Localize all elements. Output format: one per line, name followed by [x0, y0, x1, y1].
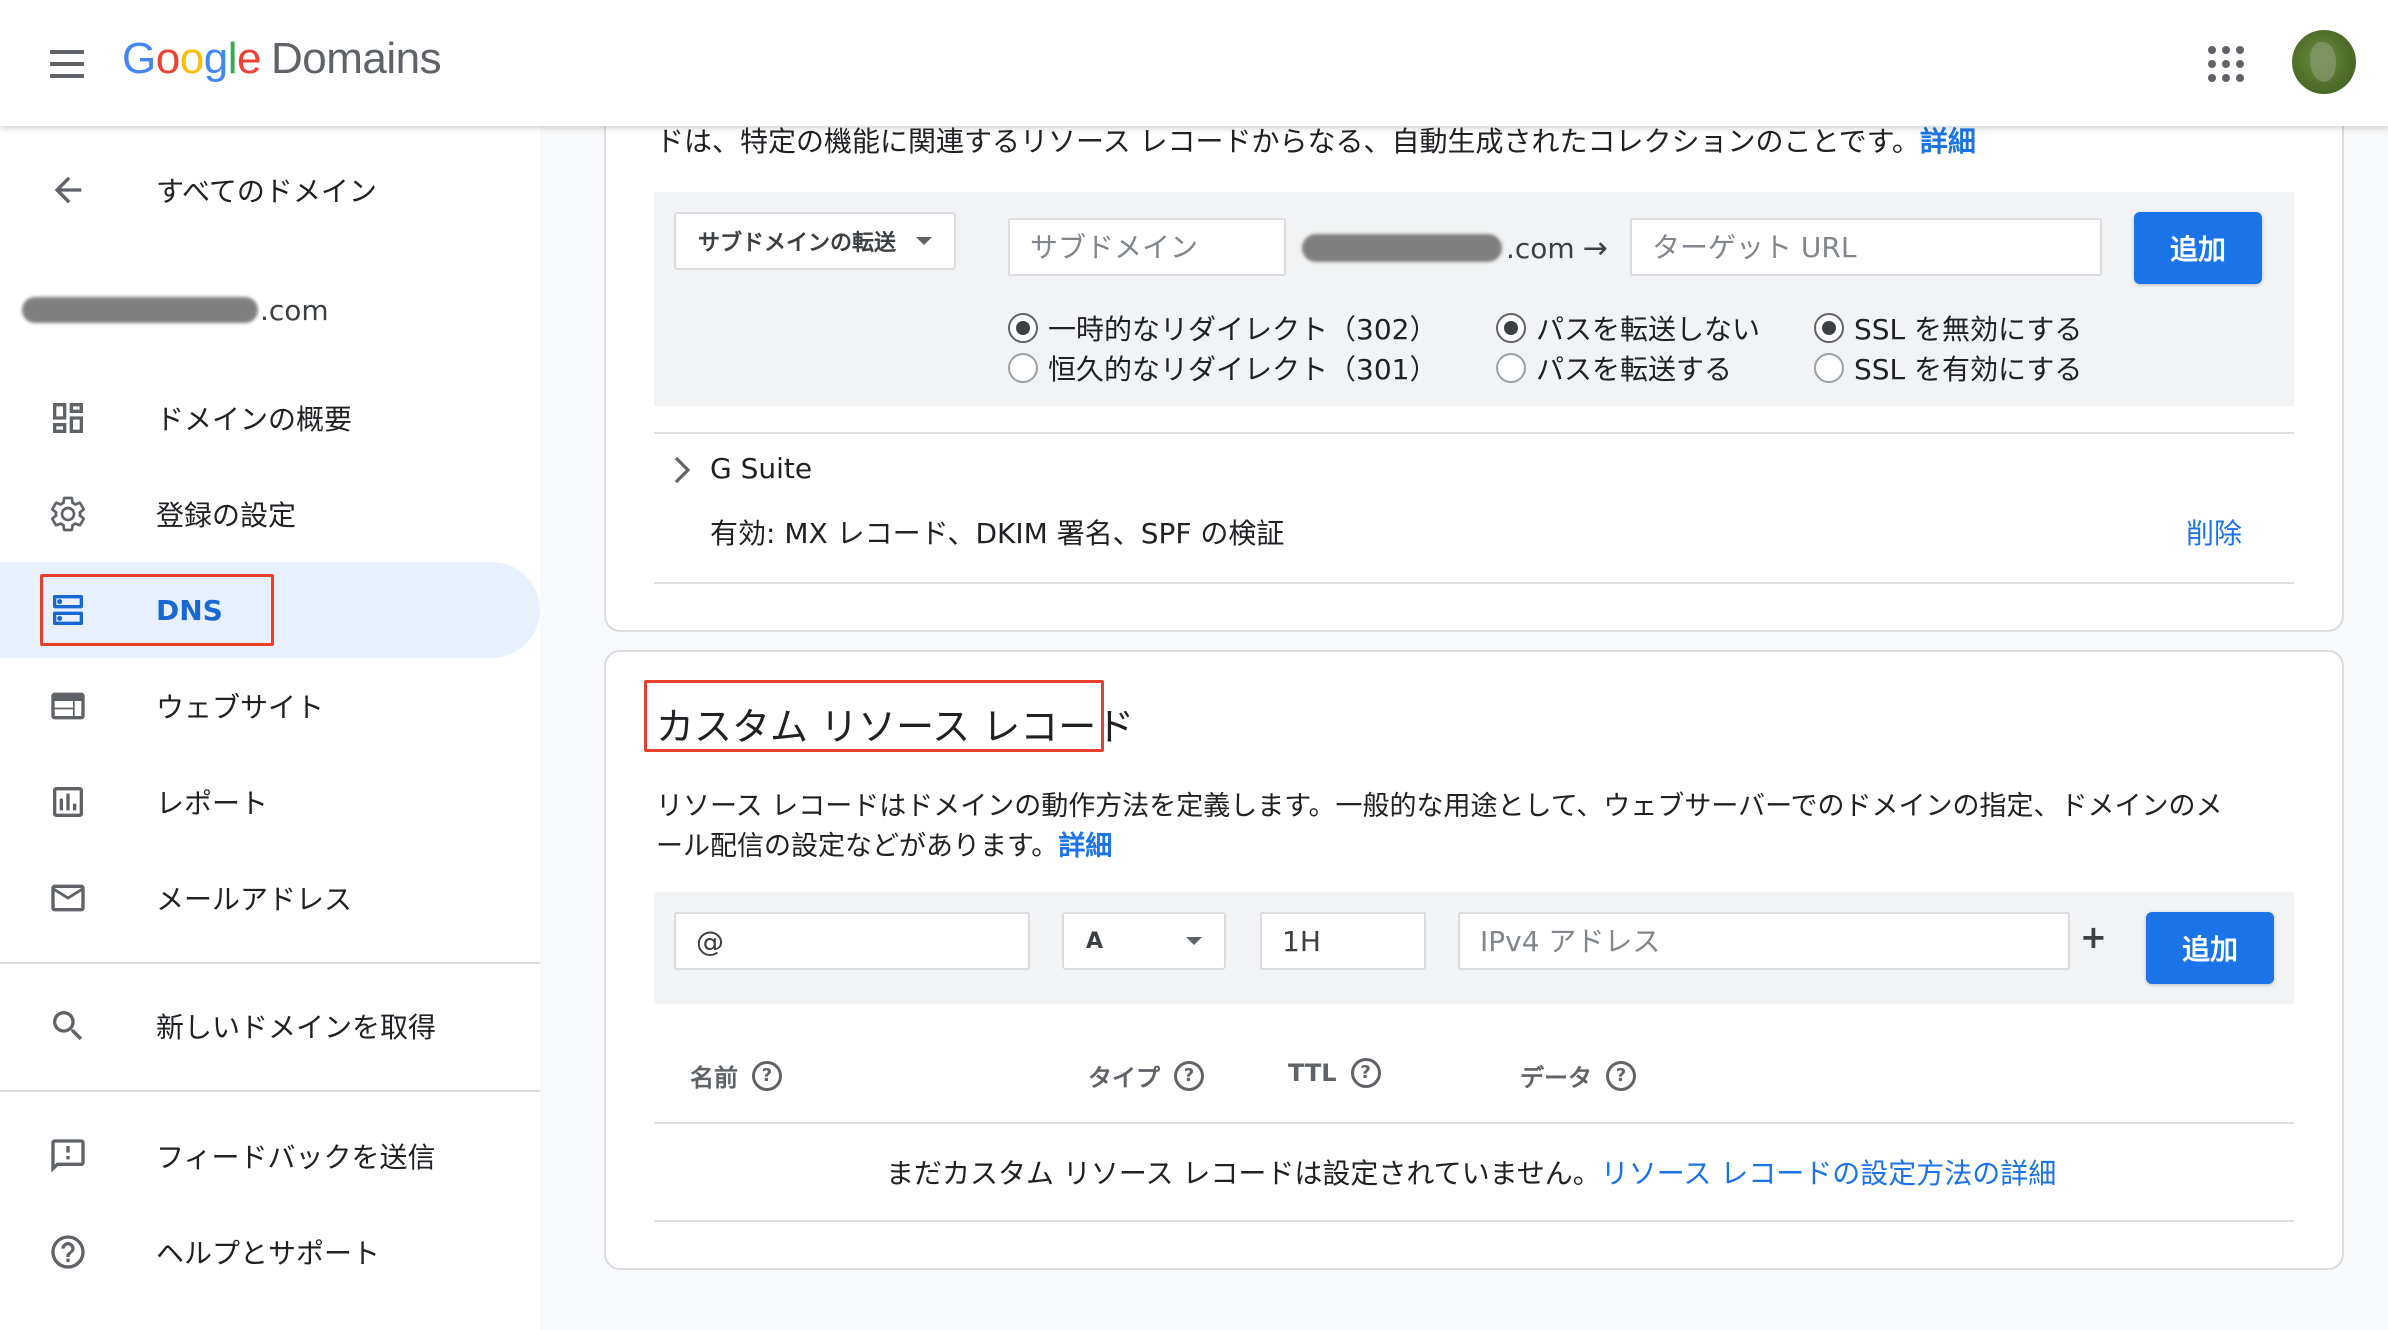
dashboard-icon: [44, 394, 92, 442]
add-record-button[interactable]: 追加: [2146, 912, 2274, 984]
back-to-all-domains[interactable]: すべてのドメイン: [0, 142, 540, 238]
help-icon[interactable]: ?: [1350, 1058, 1381, 1088]
sidebar: すべてのドメイン .com ドメインの概要 登録の設定 DNS ウェブサイト レ…: [0, 126, 540, 1330]
gsuite-status: 有効: MX レコード、DKIM 署名、SPF の検証: [710, 517, 1285, 550]
sidebar-item-dns[interactable]: DNS: [0, 562, 540, 658]
radio-ssl-enabled[interactable]: SSL を有効にする: [1814, 348, 2082, 388]
add-forward-button[interactable]: 追加: [2134, 212, 2262, 284]
learn-more-link[interactable]: 詳細: [1058, 831, 1112, 862]
learn-more-link[interactable]: 詳細: [1920, 125, 1976, 158]
sidebar-item-reports[interactable]: レポート: [0, 754, 540, 850]
help-icon: [44, 1228, 92, 1276]
sidebar-item-email[interactable]: メールアドレス: [0, 850, 540, 946]
column-type: タイプ?: [1088, 1058, 1204, 1093]
record-name-input[interactable]: [674, 912, 1030, 970]
record-type-dropdown[interactable]: サブドメインの転送: [674, 212, 956, 270]
help-icon[interactable]: ?: [752, 1060, 782, 1091]
apps-grid-icon[interactable]: [2206, 44, 2246, 84]
web-icon: [44, 682, 92, 730]
google-domains-logo[interactable]: Google Domains: [122, 34, 442, 84]
column-name: 名前?: [690, 1058, 782, 1093]
chevron-right-icon[interactable]: [670, 454, 696, 486]
record-data-input[interactable]: [1458, 912, 2070, 970]
radio-checked-icon: [1496, 313, 1526, 343]
gsuite-delete-link[interactable]: 削除: [2186, 512, 2242, 552]
section-divider: [654, 582, 2294, 584]
table-divider: [654, 1220, 2294, 1222]
sidebar-item-overview[interactable]: ドメインの概要: [0, 370, 540, 466]
sidebar-item-get-new-domain[interactable]: 新しいドメインを取得: [0, 978, 540, 1074]
search-icon: [44, 1002, 92, 1050]
ttl-input[interactable]: [1260, 912, 1426, 970]
radio-no-path-forward[interactable]: パスを転送しない: [1496, 308, 1760, 348]
column-data: データ?: [1520, 1058, 1636, 1093]
app-header: Google Domains: [0, 0, 2388, 126]
radio-permanent-redirect[interactable]: 恒久的なリダイレクト（301）: [1008, 348, 1437, 388]
target-url-input[interactable]: [1630, 218, 2102, 276]
redacted-domain: [1302, 234, 1502, 262]
report-icon: [44, 778, 92, 826]
add-data-plus-icon[interactable]: +: [2080, 918, 2107, 956]
sidebar-item-registration-settings[interactable]: 登録の設定: [0, 466, 540, 562]
help-icon[interactable]: ?: [1606, 1060, 1636, 1091]
sidebar-item-feedback[interactable]: フィードバックを送信: [0, 1108, 540, 1204]
current-domain-name: .com: [22, 288, 329, 332]
radio-temporary-redirect[interactable]: 一時的なリダイレクト（302）: [1008, 308, 1437, 348]
sidebar-divider: [0, 1090, 540, 1092]
gear-icon: [44, 490, 92, 538]
records-help-link[interactable]: リソース レコードの設定方法の詳細: [1601, 1157, 2057, 1190]
arrow-right-icon: →: [1582, 230, 1608, 266]
empty-records-message: まだカスタム リソース レコードは設定されていません。リソース レコードの設定方…: [886, 1157, 2057, 1190]
table-divider: [654, 1122, 2294, 1124]
chevron-down-icon: [916, 237, 932, 245]
radio-ssl-disabled[interactable]: SSL を無効にする: [1814, 308, 2082, 348]
sidebar-divider: [0, 962, 540, 964]
subdomain-input[interactable]: [1008, 218, 1286, 276]
domain-suffix: .com →: [1302, 228, 1608, 268]
gsuite-title[interactable]: G Suite: [710, 452, 812, 485]
radio-unchecked-icon: [1814, 353, 1844, 383]
radio-checked-icon: [1814, 313, 1844, 343]
radio-unchecked-icon: [1496, 353, 1526, 383]
custom-records-title: カスタム リソース レコード: [656, 705, 1135, 749]
synthetic-records-intro: ドは、特定の機能に関連するリソース レコードからなる、自動生成されたコレクション…: [656, 125, 1976, 158]
section-divider: [654, 432, 2294, 434]
hamburger-menu-icon[interactable]: [44, 40, 92, 88]
help-icon[interactable]: ?: [1174, 1060, 1204, 1091]
radio-unchecked-icon: [1008, 353, 1038, 383]
column-ttl: TTL?: [1288, 1058, 1381, 1088]
custom-records-description: リソース レコードはドメインの動作方法を定義します。一般的な用途として、ウェブサ…: [656, 791, 2223, 822]
arrow-back-icon: [44, 166, 92, 214]
mail-icon: [44, 874, 92, 922]
chevron-down-icon: [1186, 937, 1202, 945]
sidebar-item-website[interactable]: ウェブサイト: [0, 658, 540, 754]
dns-icon: [44, 586, 92, 634]
custom-records-description-2: ール配信の設定などがあります。詳細: [656, 831, 1113, 862]
record-type-select[interactable]: A: [1062, 912, 1226, 970]
feedback-icon: [44, 1132, 92, 1180]
account-avatar[interactable]: [2292, 30, 2356, 94]
sidebar-item-help[interactable]: ヘルプとサポート: [0, 1204, 540, 1300]
redacted-domain: [22, 297, 258, 323]
radio-path-forward[interactable]: パスを転送する: [1496, 348, 1732, 388]
radio-checked-icon: [1008, 313, 1038, 343]
